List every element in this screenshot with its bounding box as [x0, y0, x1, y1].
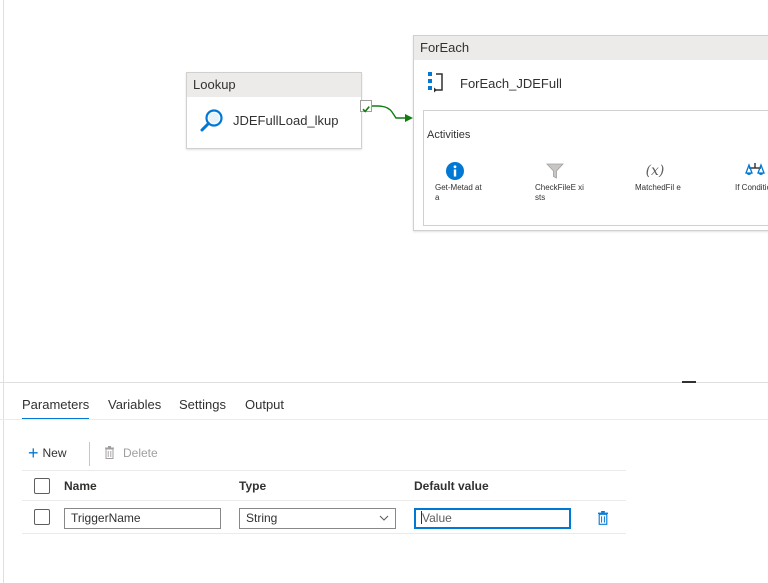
inner-activity-label: Get-Metad ata — [435, 183, 482, 202]
new-button-label: New — [42, 446, 67, 460]
parameter-name-input[interactable]: TriggerName — [64, 508, 221, 529]
left-edge-border — [3, 0, 4, 583]
parameter-type-select[interactable]: String — [239, 508, 396, 529]
lookup-activity-name: JDEFullLoad_lkup — [233, 113, 339, 128]
delete-parameter-button[interactable]: Delete — [104, 440, 158, 466]
magnifier-icon — [200, 109, 223, 132]
panel-divider — [0, 382, 768, 383]
trash-icon — [105, 446, 114, 459]
parameter-default-value-input[interactable]: Value — [414, 508, 571, 529]
new-parameter-button[interactable]: + New — [28, 440, 67, 466]
if-condition-icon — [745, 163, 765, 175]
lookup-activity[interactable]: Lookup JDEFullLoad_lkup — [186, 72, 362, 149]
pipeline-canvas[interactable]: Lookup JDEFullLoad_lkup ForEach ForEach_… — [0, 0, 768, 583]
grid-top-rule — [22, 470, 626, 471]
column-header-default-value: Default value — [414, 479, 489, 493]
select-all-checkbox[interactable] — [34, 478, 50, 494]
foreach-inner-activities[interactable]: Activities Get-Metad ata CheckFileE xist… — [423, 110, 768, 226]
foreach-activity-header: ForEach — [414, 36, 768, 60]
inner-activity-label: CheckFileE xists — [535, 183, 584, 202]
grid-header-row: Name Type Default value — [22, 474, 626, 501]
tab-parameters[interactable]: Parameters — [22, 397, 90, 420]
inner-activity-get-metadata[interactable]: Get-Metad ata — [435, 161, 485, 203]
success-output-handle[interactable] — [360, 100, 372, 113]
column-header-name: Name — [64, 479, 97, 493]
row-select-checkbox[interactable] — [34, 509, 50, 525]
tabs-underline-rule — [0, 419, 768, 420]
filter-icon — [546, 163, 564, 179]
tab-variables[interactable]: Variables — [108, 397, 161, 418]
inner-activity-if-condition[interactable]: If Conditio — [735, 161, 768, 193]
check-icon — [362, 106, 370, 113]
table-row: TriggerName String Value — [22, 503, 626, 534]
toolbar-separator — [89, 442, 90, 466]
panel-resize-handle[interactable] — [682, 381, 696, 383]
inner-activity-matchedfile[interactable]: (x) MatchedFil e — [635, 161, 685, 193]
activities-title: Activities — [427, 129, 471, 141]
foreach-activity[interactable]: ForEach ForEach_JDEFull Activities Get-M… — [413, 35, 768, 231]
inner-activity-checkfileexists[interactable]: CheckFileE xists — [535, 161, 585, 203]
inner-activity-label: MatchedFil e — [635, 183, 681, 192]
foreach-icon — [428, 72, 443, 93]
inner-activity-label: If Conditio — [735, 183, 768, 192]
column-header-type: Type — [239, 479, 267, 493]
info-icon — [446, 162, 464, 180]
plus-icon: + — [28, 443, 39, 463]
foreach-activity-name: ForEach_JDEFull — [460, 76, 562, 91]
chevron-down-icon — [379, 515, 389, 521]
lookup-activity-header: Lookup — [187, 73, 361, 97]
delete-button-label: Delete — [123, 446, 158, 460]
parameter-type-value: String — [246, 511, 278, 525]
tab-settings[interactable]: Settings — [179, 397, 226, 418]
tab-output[interactable]: Output — [245, 397, 284, 418]
row-delete-trash-icon[interactable] — [597, 511, 609, 525]
default-value-placeholder: Value — [422, 511, 452, 525]
variable-icon: (x) — [645, 163, 665, 179]
